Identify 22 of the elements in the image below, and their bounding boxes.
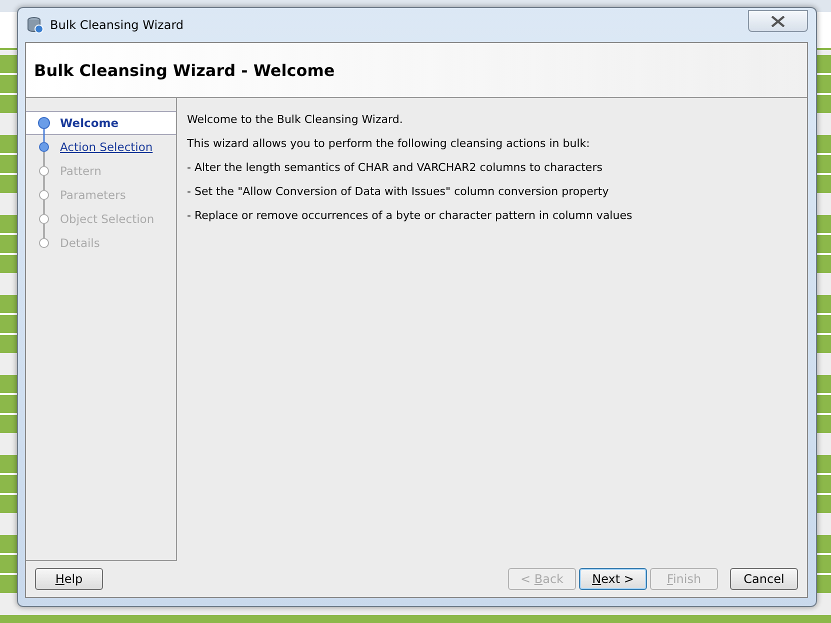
wizard-button[interactable]: Next > bbox=[579, 568, 647, 590]
close-button[interactable] bbox=[748, 10, 808, 32]
step-link: Pattern bbox=[60, 164, 102, 178]
hollow-step-icon bbox=[37, 207, 51, 231]
step-link[interactable]: Action Selection bbox=[60, 140, 153, 154]
wizard-title: Bulk Cleansing Wizard - Welcome bbox=[34, 60, 335, 80]
window-title: Bulk Cleansing Wizard bbox=[50, 18, 184, 32]
step-link: Parameters bbox=[60, 188, 126, 202]
hollow-step-icon bbox=[37, 183, 51, 207]
welcome-text: Welcome to the Bulk Cleansing Wizard. bbox=[187, 112, 404, 128]
step-link: Details bbox=[60, 236, 100, 250]
welcome-text: - Replace or remove occurrences of a byte or character pattern in column values bbox=[187, 208, 632, 224]
help-button[interactable]: Help bbox=[35, 568, 103, 590]
welcome-text: - Alter the length semantics of CHAR and VARCHAR2 columns to characters bbox=[187, 160, 604, 176]
filled-step-icon bbox=[37, 135, 51, 159]
welcome-text: This wizard allows you to perform the following cleansing actions in bulk: bbox=[187, 136, 591, 152]
step-link: Object Selection bbox=[60, 212, 154, 226]
database-icon bbox=[26, 16, 44, 34]
hollow-step-icon bbox=[37, 159, 51, 183]
welcome-text: - Set the "Allow Conversion of Data with Issues" column conversion property bbox=[187, 184, 610, 200]
wizard-button[interactable]: Cancel bbox=[730, 568, 798, 590]
close-icon bbox=[771, 16, 785, 26]
